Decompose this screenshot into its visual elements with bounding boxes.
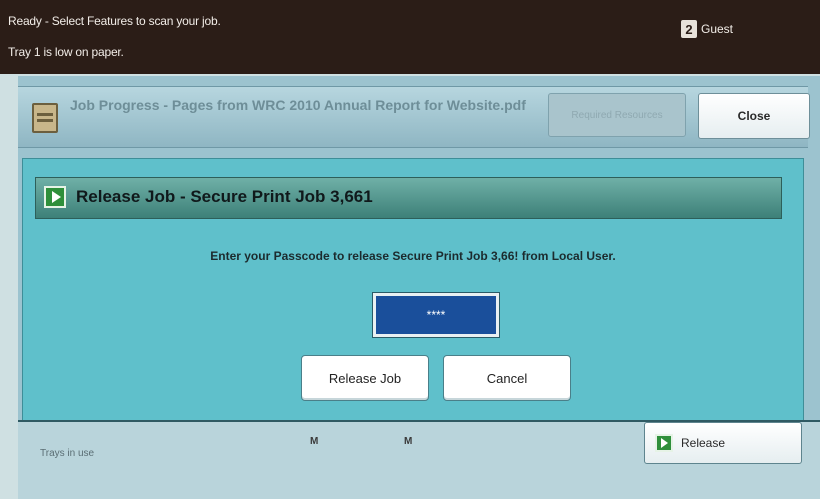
play-icon bbox=[655, 434, 673, 452]
job-title: Job Progress - Pages from WRC 2010 Annua… bbox=[70, 97, 526, 113]
user-name: Guest bbox=[701, 22, 734, 36]
printer-screen: Ready - Select Features to scan your job… bbox=[0, 0, 820, 499]
tray-marker: M bbox=[404, 436, 413, 447]
user-icon: 2 bbox=[681, 20, 697, 38]
release-job-button[interactable]: Release Job bbox=[301, 355, 429, 401]
status-bar: Ready - Select Features to scan your job… bbox=[0, 0, 820, 74]
trays-in-use-label: Trays in use bbox=[40, 448, 95, 459]
release-label: Release bbox=[681, 436, 726, 450]
passcode-prompt: Enter your Passcode to release Secure Pr… bbox=[210, 249, 616, 263]
dialog-title: Release Job - Secure Print Job 3,661 bbox=[76, 187, 373, 206]
tray-marker: M bbox=[310, 436, 319, 447]
release-button[interactable]: Release bbox=[644, 422, 802, 464]
cancel-button[interactable]: Cancel bbox=[443, 355, 571, 401]
user-badge[interactable]: 2 Guest bbox=[681, 20, 733, 38]
passcode-input[interactable]: **** bbox=[372, 292, 500, 338]
bottom-bar: Trays in use M M Release bbox=[18, 420, 820, 499]
job-progress-header: Job Progress - Pages from WRC 2010 Annua… bbox=[18, 86, 810, 148]
release-job-dialog: Release Job - Secure Print Job 3,661 Ent… bbox=[22, 158, 804, 422]
required-resources-button: Required Resources bbox=[548, 93, 686, 137]
status-message: Ready - Select Features to scan your job… bbox=[8, 14, 221, 28]
play-icon bbox=[44, 186, 66, 208]
tray-warning: Tray 1 is low on paper. bbox=[8, 45, 124, 59]
document-icon bbox=[32, 103, 58, 133]
dialog-header: Release Job - Secure Print Job 3,661 bbox=[35, 177, 782, 219]
close-button[interactable]: Close bbox=[698, 93, 810, 139]
